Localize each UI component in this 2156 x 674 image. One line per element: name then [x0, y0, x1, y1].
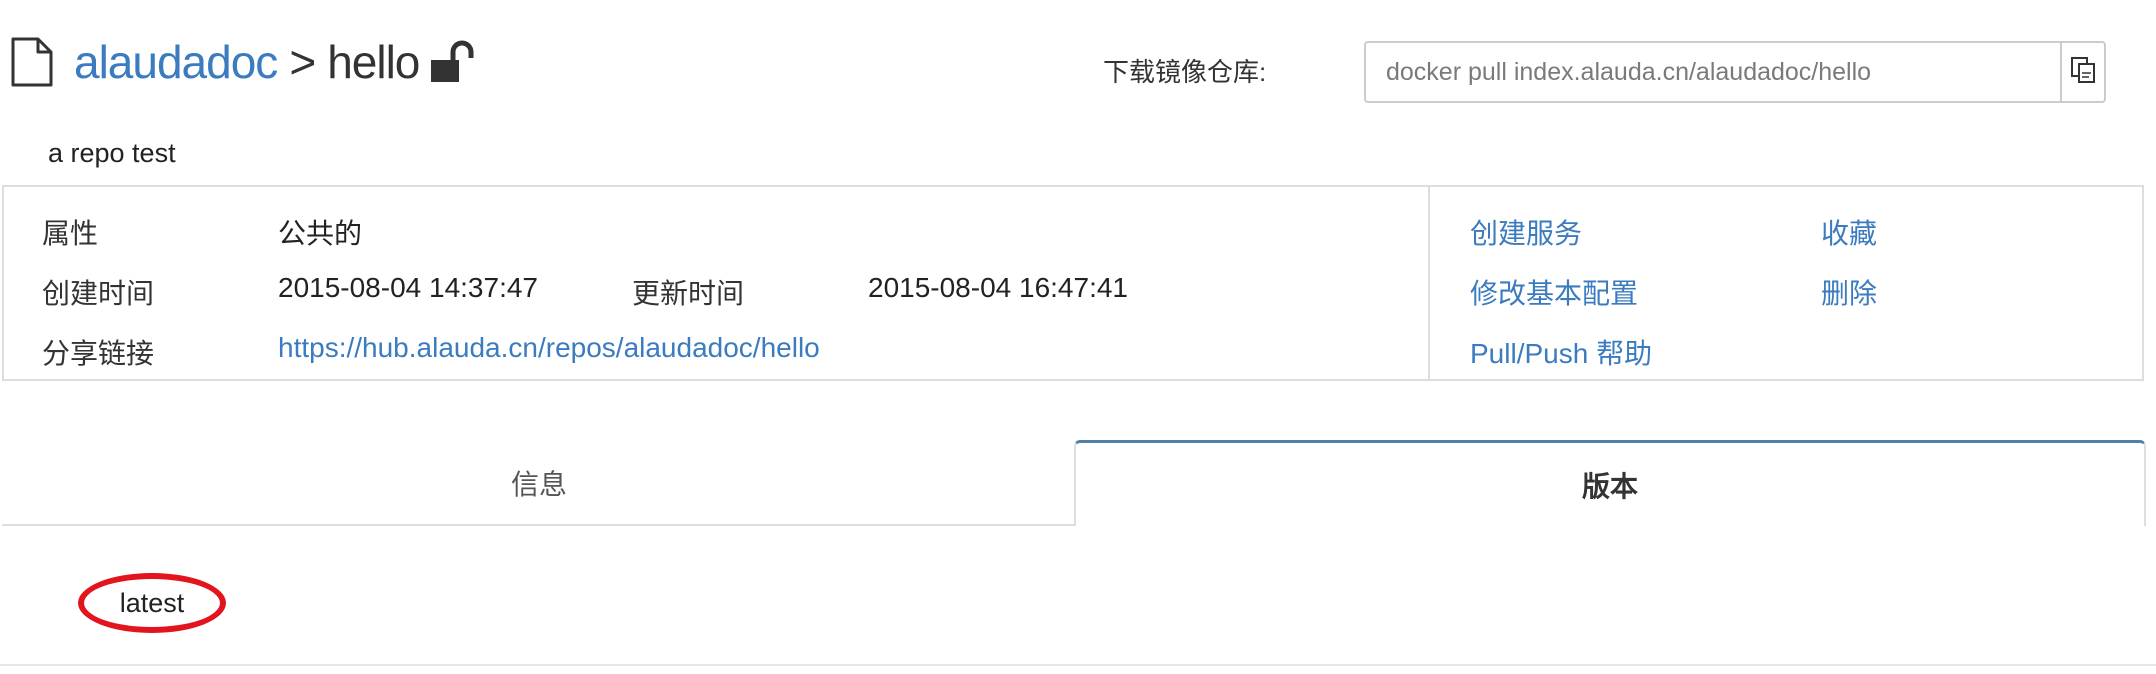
pull-push-help-link[interactable]: Pull/Push 帮助 [1470, 332, 1652, 372]
property-value: 公共的 [278, 218, 363, 249]
share-label: 分享链接 [42, 338, 155, 369]
tab-versions[interactable]: 版本 [1074, 440, 2146, 526]
property-label: 属性 [42, 218, 99, 249]
panel-divider [1428, 185, 1430, 381]
share-link[interactable]: https://hub.alauda.cn/repos/alaudadoc/he… [278, 332, 820, 364]
repo-header: alaudadoc > hello [10, 30, 477, 94]
unlock-icon [429, 40, 477, 84]
created-label: 创建时间 [42, 278, 155, 309]
owner-link[interactable]: alaudadoc [74, 35, 278, 89]
pull-command-input[interactable] [1366, 43, 2060, 101]
pull-command-box [1364, 41, 2106, 103]
breadcrumb-separator: > [289, 36, 316, 88]
create-service-button[interactable]: 创建服务 [1470, 212, 1582, 252]
repo-description: a repo test [48, 138, 176, 168]
created-value: 2015-08-04 14:37:47 [278, 272, 538, 303]
favorite-button[interactable]: 收藏 [1821, 212, 1877, 252]
tab-info[interactable]: 信息 [2, 442, 1076, 526]
page-title: alaudadoc > hello [74, 35, 477, 89]
edit-config-button[interactable]: 修改基本配置 [1470, 272, 1638, 312]
version-tag-latest[interactable]: latest [78, 573, 226, 633]
file-icon [10, 36, 54, 88]
updated-label: 更新时间 [632, 278, 745, 309]
copy-button[interactable] [2060, 43, 2104, 101]
updated-value: 2015-08-04 16:47:41 [868, 272, 1128, 303]
repo-name: hello [327, 36, 420, 88]
delete-button[interactable]: 删除 [1821, 272, 1877, 312]
pull-label: 下载镜像仓库: [1103, 57, 1267, 87]
bottom-divider [0, 664, 2156, 666]
copy-icon [2070, 56, 2096, 89]
